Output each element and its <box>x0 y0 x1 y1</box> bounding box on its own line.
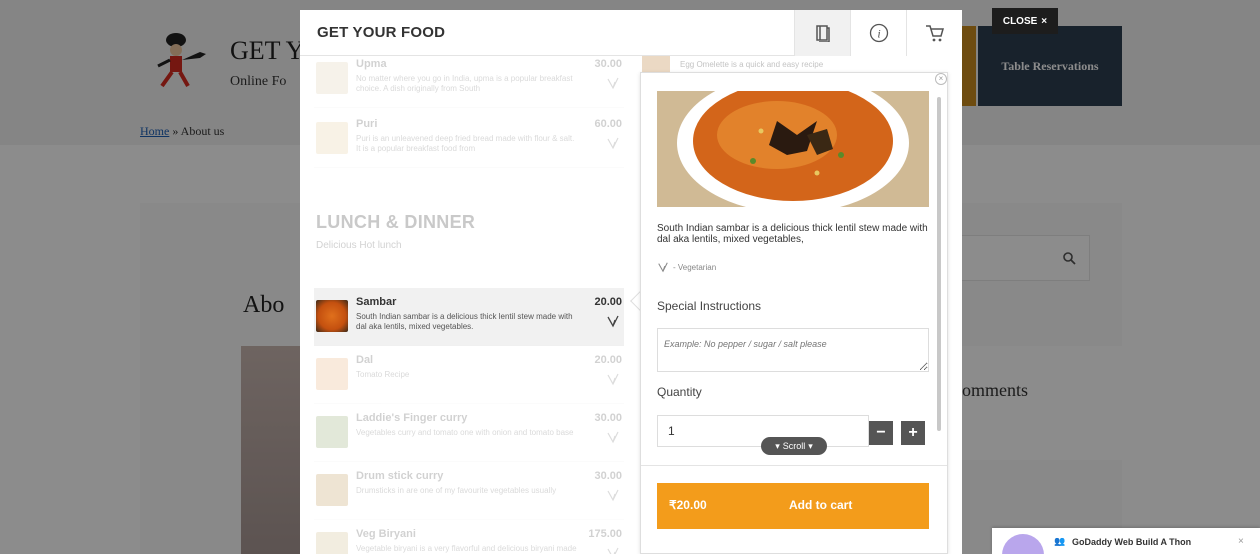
info-icon: i <box>869 23 888 43</box>
item-name: Dal <box>356 354 374 366</box>
close-label: CLOSE <box>1002 15 1038 27</box>
item-name: Upma <box>356 58 387 70</box>
item-description: Drumsticks in are one of my favourite ve… <box>356 486 557 495</box>
menu-item-drum-stick-curry[interactable]: Drum stick curry Drumsticks in are one o… <box>314 462 624 520</box>
add-to-cart-label: Add to cart <box>789 498 853 512</box>
popover-close-icon[interactable]: × <box>935 73 947 85</box>
item-thumbnail <box>316 358 348 390</box>
promo-toast[interactable]: 👥 GoDaddy Web Build A Thon × <box>992 528 1260 554</box>
special-instructions-label: Special Instructions <box>657 299 762 313</box>
special-instructions-input[interactable] <box>657 328 929 372</box>
category-subtitle: Delicious Hot lunch <box>316 240 402 251</box>
item-description: No matter where you go in India, upma is… <box>356 74 573 93</box>
caret-down-icon: ▾ <box>808 440 813 451</box>
item-thumbnail <box>316 474 348 506</box>
add-to-cart-price: ₹20.00 <box>669 498 707 512</box>
popover-scrollbar[interactable] <box>937 97 941 431</box>
item-description: Egg Omelette is a quick and easy recipe <box>680 60 824 69</box>
divider <box>641 465 947 466</box>
people-icon: 👥 <box>1054 536 1066 546</box>
item-description: Vegetables curry and tomato one with oni… <box>356 428 574 437</box>
vegetarian-icon <box>607 77 619 90</box>
vegetarian-icon <box>607 489 619 502</box>
item-description: South Indian sambar is a delicious thick… <box>356 312 573 331</box>
vegetarian-icon <box>607 315 619 328</box>
item-name: Drum stick curry <box>356 470 444 482</box>
close-icon: × <box>1041 15 1048 27</box>
menu-list: Upma No matter where you go in India, up… <box>300 56 640 554</box>
menu-book-icon <box>815 25 830 42</box>
scroll-label: Scroll <box>782 441 806 451</box>
item-name: Veg Biryani <box>356 528 416 540</box>
item-thumbnail <box>316 416 348 448</box>
widget-title: GET YOUR FOOD <box>317 24 446 41</box>
scroll-indicator-button[interactable]: ▾ Scroll ▾ <box>761 437 827 455</box>
item-price: 30.00 <box>594 470 622 482</box>
menu-item-puri[interactable]: Puri Puri is an unleavened deep fried br… <box>314 110 624 168</box>
item-description: Vegetable biryani is a very flavorful an… <box>356 544 577 553</box>
sambar-photo <box>657 91 929 207</box>
item-description: Puri is an unleavened deep fried bread m… <box>356 134 575 153</box>
item-thumbnail <box>316 300 348 332</box>
toast-close-icon[interactable]: × <box>1238 536 1244 547</box>
vegetarian-icon <box>607 431 619 444</box>
vegetarian-label: - Vegetarian <box>673 262 717 272</box>
quantity-decrease-button[interactable]: − <box>869 421 893 445</box>
menu-item-dal[interactable]: Dal Tomato Recipe 20.00 <box>314 346 624 404</box>
vegetarian-tag: - Vegetarian <box>657 261 716 273</box>
item-price: 60.00 <box>594 118 622 130</box>
tab-menu[interactable] <box>794 10 850 56</box>
svg-text:i: i <box>877 27 880 41</box>
quantity-label: Quantity <box>657 385 702 399</box>
vegetarian-icon <box>658 262 668 273</box>
item-thumbnail <box>316 62 348 94</box>
item-price: 20.00 <box>594 354 622 366</box>
item-price: 175.00 <box>588 528 622 540</box>
item-name: Puri <box>356 118 378 130</box>
vegetarian-icon <box>607 547 619 554</box>
category-title: LUNCH & DINNER <box>316 212 476 232</box>
menu-item-sambar[interactable]: Sambar South Indian sambar is a deliciou… <box>314 288 624 346</box>
menu-item-veg-biryani[interactable]: Veg Biryani Vegetable biryani is a very … <box>314 520 624 554</box>
menu-item-upma[interactable]: Upma No matter where you go in India, up… <box>314 50 624 108</box>
tab-info[interactable]: i <box>850 10 906 56</box>
vegetarian-icon <box>607 373 619 386</box>
tab-cart[interactable] <box>906 10 962 56</box>
item-name: Laddie's Finger curry <box>356 412 468 424</box>
menu-item-ladies-finger-curry[interactable]: Laddie's Finger curry Vegetables curry a… <box>314 404 624 462</box>
food-order-widget: GET YOUR FOOD i Upma No matter where you… <box>300 10 962 554</box>
item-detail-popover: × South Indian sambar is a delicious thi… <box>640 72 948 554</box>
item-thumbnail <box>642 56 670 72</box>
quantity-increase-button[interactable]: + <box>901 421 925 445</box>
vegetarian-icon <box>607 137 619 150</box>
item-thumbnail <box>316 122 348 154</box>
add-to-cart-button[interactable]: ₹20.00 Add to cart <box>657 483 929 529</box>
item-thumbnail <box>316 532 348 554</box>
cart-icon <box>925 25 944 42</box>
close-overlay-button[interactable]: CLOSE × <box>992 8 1058 34</box>
avatar <box>1002 534 1044 554</box>
item-price: 20.00 <box>594 296 622 308</box>
item-price: 30.00 <box>594 412 622 424</box>
item-description: Tomato Recipe <box>356 370 410 379</box>
item-name: Sambar <box>356 296 397 308</box>
toast-text: GoDaddy Web Build A Thon <box>1072 537 1192 547</box>
item-description: South Indian sambar is a delicious thick… <box>657 223 928 245</box>
item-price: 30.00 <box>594 58 622 70</box>
caret-down-icon: ▾ <box>775 440 780 451</box>
